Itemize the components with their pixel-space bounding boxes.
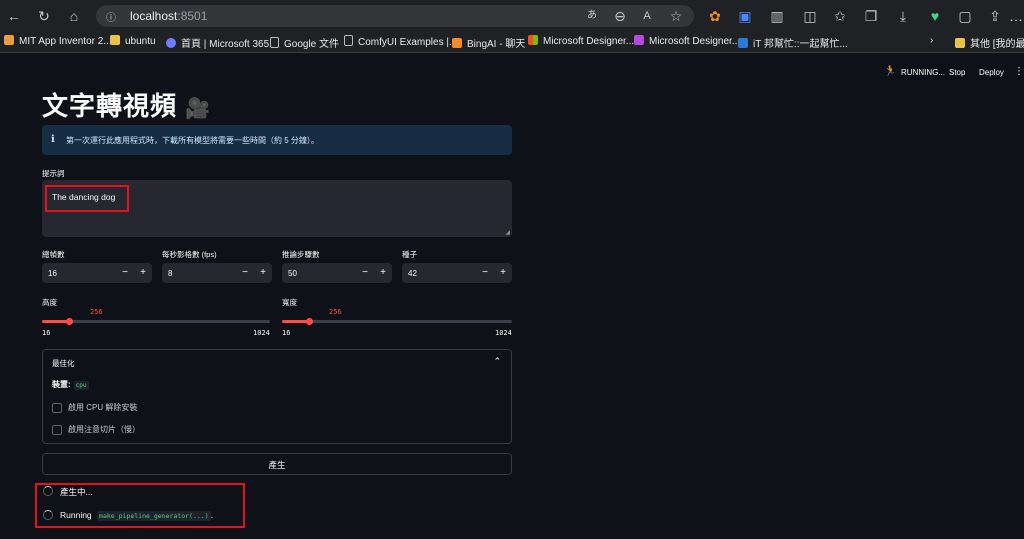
bookmark-item[interactable]: Microsoft Designer... xyxy=(634,35,740,47)
plus-icon[interactable]: + xyxy=(380,267,386,278)
bookmark-item[interactable]: ubuntu xyxy=(110,35,156,47)
home-icon[interactable]: ⌂ xyxy=(64,6,84,26)
width-slider-value: 256 xyxy=(329,308,342,316)
favorite-icon[interactable]: ☆ xyxy=(666,6,686,26)
screenshot-icon[interactable]: ▢ xyxy=(955,6,975,26)
frames-value: 16 xyxy=(48,269,57,278)
back-icon[interactable]: ← xyxy=(4,6,24,26)
seed-value: 42 xyxy=(408,269,417,278)
collections-icon[interactable]: ❐ xyxy=(861,6,881,26)
expander-title[interactable]: 最佳化 xyxy=(52,358,75,369)
read-aloud-icon[interactable]: あ xyxy=(582,6,602,26)
bookmark-item[interactable]: MIT App Inventor 2... xyxy=(4,35,112,47)
info-icon: ℹ xyxy=(51,134,55,145)
optimization-expander: 最佳化 ⌃ 裝置: cpu 啟用 CPU 解除安裝 啟用注意切片（慢） xyxy=(42,349,512,444)
bookmark-item[interactable]: Google 文件 xyxy=(270,35,339,50)
favorites-icon[interactable]: ✩ xyxy=(830,6,850,26)
minus-icon[interactable]: − xyxy=(482,267,488,278)
bookmark-item[interactable]: iT 邦幫忙::一起幫忙... xyxy=(738,35,848,50)
height-slider-max: 1024 xyxy=(253,329,270,337)
running-man-icon: 🏃 xyxy=(884,66,897,77)
zoom-icon[interactable]: ⊖ xyxy=(610,6,630,26)
info-icon[interactable]: ⓘ xyxy=(106,9,116,24)
bookmark-item[interactable]: Microsoft Designer... xyxy=(528,35,634,47)
deploy-button[interactable]: Deploy xyxy=(979,68,1004,77)
health-icon[interactable]: ♥ xyxy=(925,6,945,26)
frames-label: 總幀數 xyxy=(42,250,65,259)
height-label: 高度 xyxy=(42,298,57,307)
width-slider[interactable] xyxy=(282,318,512,325)
downloads-icon[interactable]: ⤓ xyxy=(893,6,913,26)
stop-button[interactable]: Stop xyxy=(949,68,965,77)
share-icon[interactable]: ⇪ xyxy=(985,6,1005,26)
plus-icon[interactable]: + xyxy=(260,267,266,278)
attention-slicing-checkbox[interactable] xyxy=(52,425,62,435)
height-slider[interactable] xyxy=(42,318,270,325)
bookmarks-bar: MIT App Inventor 2... ubuntu 首頁 | Micros… xyxy=(0,32,1024,53)
running-status: RUNNING... xyxy=(901,68,945,77)
info-alert: ℹ 第一次運行此應用程式時，下載所有模型將需要一些時間（約 5 分鐘）。 xyxy=(42,125,512,155)
highlight-box-prompt xyxy=(45,185,129,212)
width-slider-max: 1024 xyxy=(495,329,512,337)
device-code: cpu xyxy=(73,381,89,390)
width-slider-fill xyxy=(282,320,310,323)
height-slider-thumb[interactable] xyxy=(65,318,73,325)
info-text: 第一次運行此應用程式時，下載所有模型將需要一些時間（約 5 分鐘）。 xyxy=(66,136,319,145)
minus-icon[interactable]: − xyxy=(242,267,248,278)
page-title: 文字轉視頻 🎥 xyxy=(42,91,212,121)
movie-camera-icon: 🎥 xyxy=(185,98,212,120)
seed-label: 種子 xyxy=(402,250,417,259)
width-slider-min: 16 xyxy=(282,329,291,337)
minus-icon[interactable]: − xyxy=(122,267,128,278)
split-screen-icon[interactable]: ◫ xyxy=(800,6,820,26)
chevron-right-icon[interactable]: › xyxy=(930,35,933,46)
frames-input[interactable]: 16 − + xyxy=(42,263,152,283)
generate-button-label: 產生 xyxy=(268,460,286,470)
bookmark-item[interactable]: ComfyUI Examples |... xyxy=(344,35,457,48)
plus-icon[interactable]: + xyxy=(140,267,146,278)
generate-button[interactable]: 產生 xyxy=(42,453,512,475)
width-slider-thumb[interactable] xyxy=(306,318,314,325)
cpu-offload-label: 啟用 CPU 解除安裝 xyxy=(68,403,138,412)
steps-input[interactable]: 50 − + xyxy=(282,263,392,283)
steps-value: 50 xyxy=(288,269,297,278)
fps-label: 每秒影格數 (fps) xyxy=(162,250,217,259)
resize-handle-icon[interactable]: ◢ xyxy=(505,229,510,236)
more-icon[interactable]: … xyxy=(1006,6,1024,26)
width-label: 寬度 xyxy=(282,298,297,307)
fps-input[interactable]: 8 − + xyxy=(162,263,272,283)
main-menu-icon[interactable]: ⋮ xyxy=(1014,66,1024,77)
height-slider-min: 16 xyxy=(42,329,51,337)
height-slider-value: 256 xyxy=(90,308,103,316)
chevron-up-icon[interactable]: ⌃ xyxy=(493,356,501,367)
plus-icon[interactable]: + xyxy=(500,267,506,278)
seed-input[interactable]: 42 − + xyxy=(402,263,512,283)
highlight-box-status xyxy=(35,483,245,528)
height-slider-fill xyxy=(42,320,69,323)
bookmark-item[interactable]: 其他 [我的最愛] xyxy=(955,35,1024,50)
fps-value: 8 xyxy=(168,269,173,278)
prompt-label: 提示詞 xyxy=(42,169,65,178)
extension-gray-icon[interactable]: ▥ xyxy=(767,6,787,26)
extension-icon[interactable]: ✿ xyxy=(705,6,725,26)
reload-icon[interactable]: ↻ xyxy=(34,6,54,26)
bookmark-item[interactable]: BingAI - 聊天 xyxy=(452,35,525,50)
device-text: 裝置: cpu xyxy=(52,380,89,390)
text-size-icon[interactable]: A xyxy=(637,6,657,26)
attention-slicing-label: 啟用注意切片（慢） xyxy=(68,425,140,434)
bookmark-item[interactable]: 首頁 | Microsoft 365 xyxy=(166,35,269,50)
browser-toolbar: ← ↻ ⌂ ⓘ localhost:8501 あ ⊖ A ☆ ✿ ▣ ▥ ◫ ✩… xyxy=(0,0,1024,33)
steps-label: 推論步驟數 xyxy=(282,250,320,259)
cpu-offload-checkbox[interactable] xyxy=(52,403,62,413)
minus-icon[interactable]: − xyxy=(362,267,368,278)
url-text: localhost:8501 xyxy=(130,9,208,23)
translate-icon[interactable]: ▣ xyxy=(735,6,755,26)
